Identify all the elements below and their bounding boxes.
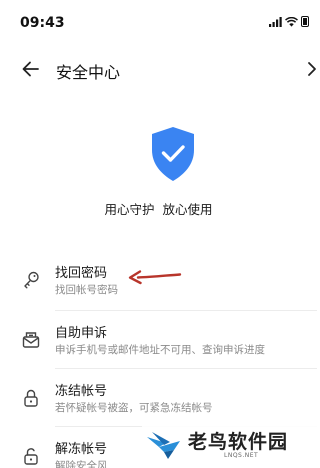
back-arrow-icon[interactable] [20, 58, 42, 80]
shield-check-icon [152, 127, 194, 181]
menu-item-title: 解冻帐号 [55, 442, 108, 457]
menu-item-subtitle: 申诉手机号或邮件地址不可用、查询申诉进度 [55, 344, 265, 356]
hero-slogan: 用心守护 放心使用 [104, 202, 213, 217]
menu-item-title: 冻结帐号 [55, 384, 108, 399]
watermark-domain: LNQS.NET [224, 452, 259, 459]
divider [55, 310, 317, 311]
divider [55, 368, 317, 369]
bird-logo-icon [147, 432, 180, 459]
menu-item-subtitle: 若怀疑帐号被盗，可紧急冻结帐号 [55, 402, 213, 414]
lock-icon [24, 389, 38, 407]
menu-item-subtitle: 找回帐号密码 [55, 284, 118, 296]
menu-item-subtitle: 解除安全风 [55, 460, 108, 468]
watermark-name: 老鸟软件园 [188, 431, 289, 453]
menu-item-freeze-account[interactable]: 冻结帐号 若怀疑帐号被盗，可紧急冻结帐号 [0, 370, 317, 426]
status-icons [269, 16, 309, 27]
key-icon [24, 271, 39, 289]
page-title: 安全中心 [56, 63, 121, 82]
unlock-icon [24, 448, 38, 465]
cellular-signal-icon [269, 16, 282, 27]
watermark: 老鸟软件园 LNQS.NET [142, 426, 317, 468]
menu-item-title: 自助申诉 [55, 326, 108, 341]
status-bar: 09:43 [0, 0, 317, 40]
chevron-right-icon[interactable] [307, 58, 317, 80]
header: 安全中心 [0, 52, 317, 86]
appeal-envelope-icon [22, 332, 40, 348]
wifi-icon [285, 16, 298, 27]
annotation-arrow-icon [128, 270, 182, 285]
menu-item-self-appeal[interactable]: 自助申诉 申诉手机号或邮件地址不可用、查询申诉进度 [0, 312, 317, 368]
menu-item-title: 找回密码 [55, 266, 108, 281]
status-time: 09:43 [20, 15, 65, 31]
battery-icon [301, 16, 309, 27]
